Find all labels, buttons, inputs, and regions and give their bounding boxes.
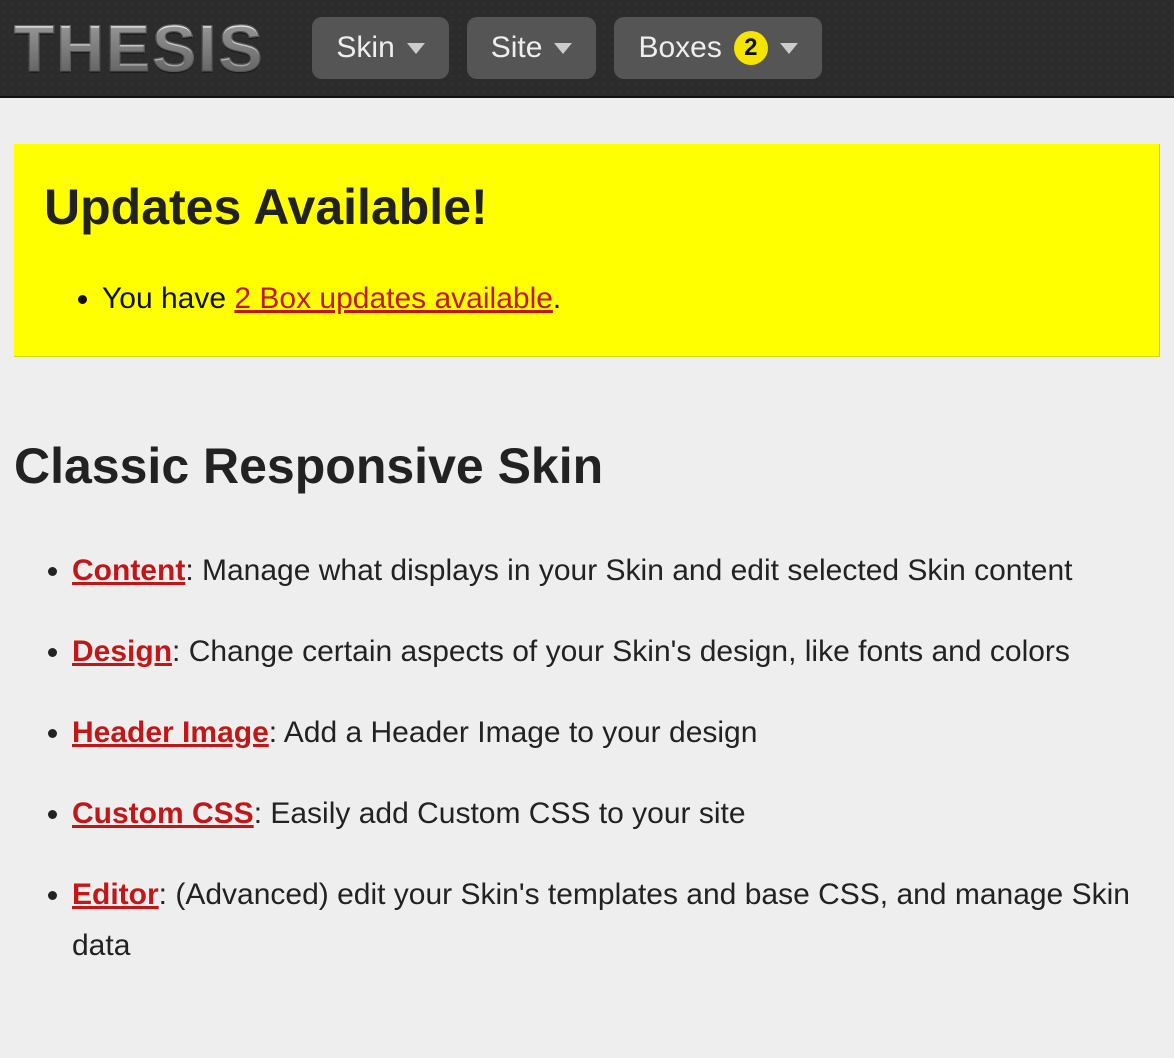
list-item-desc: : Manage what displays in your Skin and … bbox=[185, 554, 1072, 587]
feature-list: Content: Manage what displays in your Sk… bbox=[14, 545, 1160, 971]
list-item-desc: : Change certain aspects of your Skin's … bbox=[172, 635, 1070, 668]
nav-site-label: Site bbox=[491, 31, 543, 65]
top-navbar: THESIS Skin Site Boxes 2 bbox=[0, 0, 1174, 98]
editor-link[interactable]: Editor bbox=[72, 878, 159, 911]
header-image-link[interactable]: Header Image bbox=[72, 716, 269, 749]
alert-title: Updates Available! bbox=[44, 178, 1129, 236]
list-item: Editor: (Advanced) edit your Skin's temp… bbox=[72, 869, 1160, 971]
alert-item-suffix: . bbox=[553, 282, 561, 315]
chevron-down-icon bbox=[554, 43, 572, 54]
nav-boxes-badge: 2 bbox=[734, 31, 768, 65]
list-item: Content: Manage what displays in your Sk… bbox=[72, 545, 1160, 596]
nav-boxes-dropdown[interactable]: Boxes 2 bbox=[614, 17, 821, 79]
chevron-down-icon bbox=[407, 43, 425, 54]
chevron-down-icon bbox=[780, 43, 798, 54]
custom-css-link[interactable]: Custom CSS bbox=[72, 797, 254, 830]
list-item-desc: : Easily add Custom CSS to your site bbox=[254, 797, 746, 830]
thesis-logo: THESIS bbox=[14, 15, 264, 81]
list-item: Custom CSS: Easily add Custom CSS to you… bbox=[72, 788, 1160, 839]
list-item-desc: : Add a Header Image to your design bbox=[269, 716, 758, 749]
content-link[interactable]: Content bbox=[72, 554, 185, 587]
list-item: Header Image: Add a Header Image to your… bbox=[72, 707, 1160, 758]
alert-box-updates-link[interactable]: 2 Box updates available bbox=[234, 282, 553, 315]
alert-item: You have 2 Box updates available. bbox=[102, 282, 1129, 316]
nav-site-dropdown[interactable]: Site bbox=[467, 17, 597, 79]
updates-alert: Updates Available! You have 2 Box update… bbox=[14, 144, 1160, 357]
list-item-desc: : (Advanced) edit your Skin's templates … bbox=[72, 878, 1130, 962]
nav-skin-dropdown[interactable]: Skin bbox=[312, 17, 448, 79]
section-title: Classic Responsive Skin bbox=[14, 437, 1160, 495]
nav-skin-label: Skin bbox=[336, 31, 394, 65]
page-content: Updates Available! You have 2 Box update… bbox=[0, 98, 1174, 1041]
list-item: Design: Change certain aspects of your S… bbox=[72, 626, 1160, 677]
nav-boxes-label: Boxes bbox=[638, 31, 721, 65]
design-link[interactable]: Design bbox=[72, 635, 172, 668]
alert-item-prefix: You have bbox=[102, 282, 234, 315]
